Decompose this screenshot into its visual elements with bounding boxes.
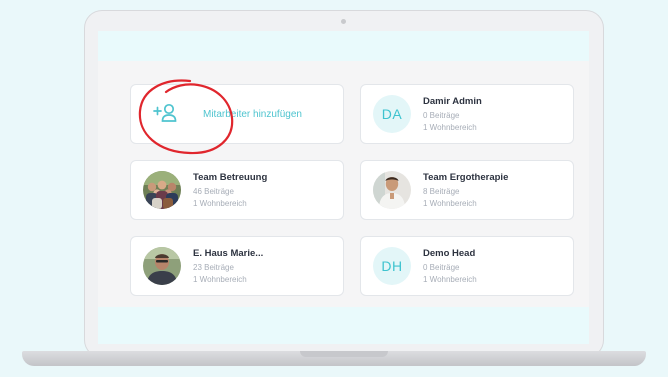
person-photo-icon [143, 247, 181, 285]
living-area-count: 1 Wohnbereich [423, 199, 477, 208]
living-area-count: 1 Wohnbereich [423, 275, 477, 284]
app-footer [98, 307, 589, 344]
camera-icon [341, 19, 346, 24]
post-count: 46 Beiträge [193, 187, 234, 196]
avatar [143, 171, 181, 209]
person-photo-icon [373, 171, 411, 209]
post-count: 0 Beiträge [423, 263, 460, 272]
group-photo-icon [143, 171, 181, 209]
employee-name: Demo Head [423, 248, 476, 259]
add-user-icon [153, 103, 177, 122]
post-count: 8 Beiträge [423, 187, 460, 196]
add-employee-card[interactable]: Mitarbeiter hinzufügen [130, 84, 344, 144]
avatar [143, 247, 181, 285]
living-area-count: 1 Wohnbereich [193, 199, 247, 208]
avatar: DA [373, 95, 411, 133]
employee-name: Damir Admin [423, 96, 482, 107]
living-area-count: 1 Wohnbereich [193, 275, 247, 284]
app-header [98, 31, 589, 61]
team-name: Team Betreuung [193, 172, 268, 183]
post-count: 23 Beiträge [193, 263, 234, 272]
add-employee-label: Mitarbeiter hinzufügen [203, 109, 302, 120]
employee-card-e-haus-marie[interactable]: E. Haus Marie... 23 Beiträge 1 Wohnberei… [130, 236, 344, 296]
post-count: 0 Beiträge [423, 111, 460, 120]
laptop-notch [300, 351, 388, 357]
avatar: DH [373, 247, 411, 285]
employee-card-demo-head[interactable]: DH Demo Head 0 Beiträge 1 Wohnbereich [360, 236, 574, 296]
team-name: E. Haus Marie... [193, 248, 264, 259]
employee-card-team-betreuung[interactable]: Team Betreuung 46 Beiträge 1 Wohnbereich [130, 160, 344, 220]
team-name: Team Ergotherapie [423, 172, 509, 183]
avatar [373, 171, 411, 209]
laptop-screen: Mitarbeiter hinzufügen DA Damir Admin 0 … [98, 31, 589, 344]
living-area-count: 1 Wohnbereich [423, 123, 477, 132]
employee-card-damir-admin[interactable]: DA Damir Admin 0 Beiträge 1 Wohnbereich [360, 84, 574, 144]
employee-card-team-ergotherapie[interactable]: Team Ergotherapie 8 Beiträge 1 Wohnberei… [360, 160, 574, 220]
